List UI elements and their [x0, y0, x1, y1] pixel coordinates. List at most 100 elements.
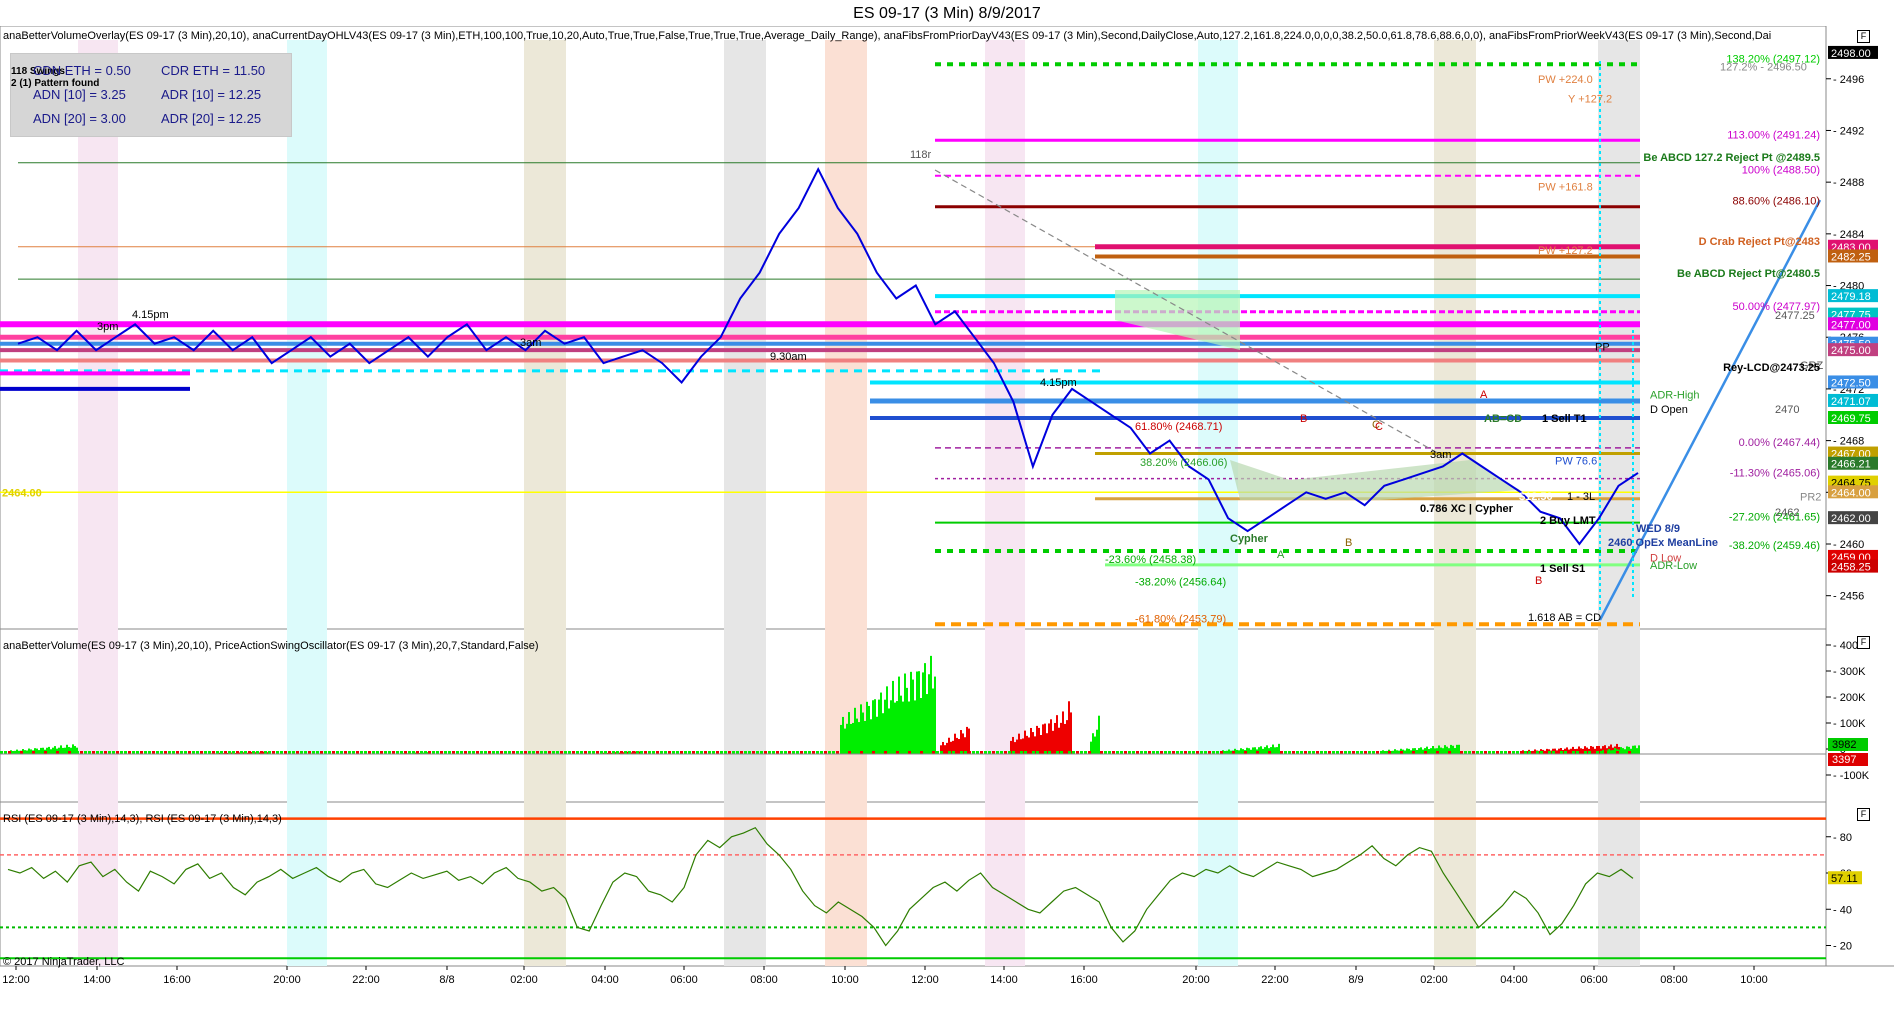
price-badge-label: 2475.00	[1831, 345, 1871, 357]
volume-bar	[896, 701, 898, 754]
volume-bar	[918, 671, 920, 754]
panel-close-icon[interactable]: F	[1857, 30, 1870, 43]
level-label: 127.2% - 2496.50	[1720, 61, 1807, 73]
y-tick-label: - 2484	[1833, 229, 1864, 241]
volume-bar	[1036, 725, 1038, 754]
volume-bar	[1048, 723, 1050, 754]
volume-bar	[930, 655, 932, 754]
chart-annotation: A	[1277, 549, 1285, 561]
volume-bar	[1066, 720, 1068, 754]
time-axis: 12:00 14:00 16:00 20:00 22:00 8/8 02:00 04:00 06…	[2, 966, 1768, 986]
volume-bar	[966, 726, 968, 754]
x-tick-label: 20:00	[1182, 974, 1210, 986]
volume-bar	[912, 679, 914, 754]
volume-bar	[968, 728, 970, 754]
volume-bar	[880, 692, 882, 754]
volume-bar	[900, 695, 902, 754]
volume-bar	[1042, 724, 1044, 754]
chart-annotation: 3pm	[97, 321, 118, 333]
price-badge-label: 2471.07	[1831, 396, 1871, 408]
x-tick-label: 04:00	[591, 974, 619, 986]
volume-bar	[842, 716, 844, 754]
level-label: 2477.25	[1775, 310, 1815, 322]
level-label: D Crab Reject Pt@2483	[1699, 236, 1820, 248]
x-tick-label: 16:00	[1070, 974, 1098, 986]
level-label: -61.80% (2453.79)	[1135, 613, 1226, 625]
price-badge-label: 2458.25	[1831, 562, 1871, 574]
chart-annotation: WED 8/9	[1636, 523, 1680, 535]
volume-bar	[876, 716, 878, 754]
level-label: -23.60% (2458.38)	[1105, 554, 1196, 566]
price-badge-label: 2466.21	[1831, 459, 1871, 471]
session-band	[825, 40, 867, 966]
panel-close-icon[interactable]: F	[1857, 636, 1870, 649]
panel-close-icon[interactable]: F	[1857, 808, 1870, 821]
volume-bar	[1070, 712, 1072, 754]
level-label: 2462	[1775, 507, 1799, 519]
chart-annotation: C	[1375, 421, 1383, 433]
volume-bar	[954, 733, 956, 754]
volume-bar	[922, 672, 924, 754]
price-badge-label: 2477.00	[1831, 319, 1871, 331]
session-band	[78, 40, 118, 966]
rsi-panel-label: RSI (ES 09-17 (3 Min),14,3), RSI (ES 09-…	[3, 813, 282, 825]
x-tick-label: 08:00	[1660, 974, 1688, 986]
level-label: -38.20% (2459.46)	[1729, 540, 1820, 552]
session-band	[1598, 40, 1640, 966]
volume-bar	[1052, 730, 1054, 754]
volume-bar	[1044, 723, 1046, 754]
volume-bar	[1068, 701, 1070, 754]
chart-annotation: Cypher	[1230, 533, 1269, 545]
volume-bar	[856, 718, 858, 754]
volume-bar	[1032, 732, 1034, 754]
chart-annotation: 0.786 XC | Cypher	[1420, 503, 1514, 515]
level-label: 0.00% (2467.44)	[1739, 437, 1820, 449]
copyright: © 2017 NinjaTrader, LLC	[3, 956, 125, 968]
volume-bar	[1050, 719, 1052, 754]
x-tick-label: 06:00	[670, 974, 698, 986]
level-label: PW 76.6	[1555, 455, 1597, 467]
volume-bar	[870, 719, 872, 754]
vol-badge-label: 3397	[1832, 754, 1856, 766]
volume-bar	[1046, 733, 1048, 754]
chart-canvas[interactable]: 138.20% (2497.12)127.2% - 2496.50PW +224…	[0, 26, 1894, 1014]
volume-bar	[894, 702, 896, 754]
volume-bar	[1058, 727, 1060, 754]
volume-bar	[1018, 733, 1020, 754]
x-tick-label: 8/8	[439, 974, 454, 986]
vol-y-tick-label: - 100K	[1833, 718, 1866, 730]
price-panel-label: anaBetterVolumeOverlay(ES 09-17 (3 Min),…	[3, 30, 1772, 42]
session-band	[524, 40, 566, 966]
volume-bar	[890, 700, 892, 754]
x-tick-label: 10:00	[1740, 974, 1768, 986]
volume-bar	[928, 674, 930, 754]
y-tick-label: - 2492	[1833, 125, 1864, 137]
adn-20: ADN [20] = 3.00	[33, 111, 126, 126]
left-price-label: 2464.00	[2, 487, 42, 499]
level-label: Rey-LCD@2473.25	[1723, 362, 1820, 374]
price-axis-area[interactable]	[1826, 26, 1894, 996]
level-label: PW +224.0	[1538, 74, 1593, 86]
level-label: 2470	[1775, 404, 1799, 416]
y-tick-label: - 2460	[1833, 539, 1864, 551]
volume-bar	[924, 663, 926, 754]
volume-bar	[898, 676, 900, 754]
x-tick-label: 10:00	[831, 974, 859, 986]
volume-bar	[872, 700, 874, 754]
volume-bar	[904, 673, 906, 754]
level-label: 113.00% (2491.24)	[1727, 129, 1820, 141]
y-tick-label: - 2496	[1833, 74, 1864, 86]
level-label: 1.618 AB = CD	[1528, 612, 1601, 624]
volume-bar	[1098, 715, 1100, 754]
cdn-eth: CDN ETH = 0.50	[33, 63, 131, 78]
level-label: 88.60% (2486.10)	[1733, 196, 1820, 208]
session-band	[985, 40, 1025, 966]
rsi-panel[interactable]	[0, 801, 1827, 967]
level-label: PW +161.8	[1538, 181, 1593, 193]
x-tick-label: 08:00	[750, 974, 778, 986]
volume-bar	[1062, 723, 1064, 754]
x-tick-label: 12:00	[911, 974, 939, 986]
chart-annotation: 38.20% (2466.06)	[1140, 457, 1227, 469]
volume-bar	[920, 697, 922, 754]
chart-annotation: 2460 OpEx MeanLine	[1608, 537, 1718, 549]
